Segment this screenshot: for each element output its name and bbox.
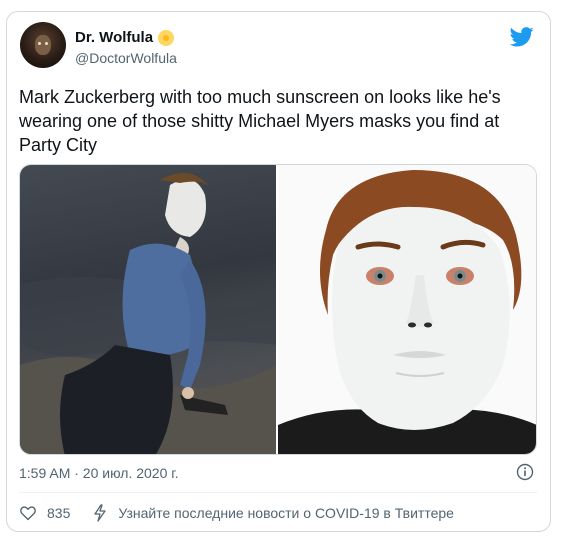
media-photo-left[interactable] xyxy=(20,165,276,454)
avatar-eye xyxy=(45,42,48,45)
heart-icon[interactable] xyxy=(19,504,37,522)
tweet-card[interactable]: Dr. Wolfula @DoctorWolfula Mark Zuckerbe… xyxy=(6,11,551,532)
tweet-media[interactable] xyxy=(19,164,537,455)
divider xyxy=(19,492,538,493)
covid-news-link[interactable]: Узнайте последние новости о COVID-19 в Т… xyxy=(118,505,454,521)
photo-mask xyxy=(278,165,536,454)
like-count[interactable]: 835 xyxy=(47,505,70,521)
tweet-actions: 835 Узнайте последние новости о COVID-19… xyxy=(19,504,454,522)
author-name-row: Dr. Wolfula xyxy=(75,29,175,46)
photo-person-scene xyxy=(20,172,276,454)
info-icon[interactable] xyxy=(516,463,534,481)
twitter-bird-icon[interactable] xyxy=(510,27,534,47)
tweet-timestamp[interactable]: 1:59 AM · 20 июл. 2020 г. xyxy=(19,465,179,481)
media-photo-right[interactable] xyxy=(276,165,536,454)
tweet-text: Mark Zuckerberg with too much sunscreen … xyxy=(19,87,501,155)
avatar-eye xyxy=(38,42,41,45)
avatar[interactable] xyxy=(20,22,66,68)
sun-badge-icon xyxy=(158,29,175,46)
author-handle[interactable]: @DoctorWolfula xyxy=(75,50,177,66)
avatar-face xyxy=(35,35,51,55)
author-name[interactable]: Dr. Wolfula xyxy=(75,29,153,46)
lightning-icon xyxy=(94,504,107,522)
